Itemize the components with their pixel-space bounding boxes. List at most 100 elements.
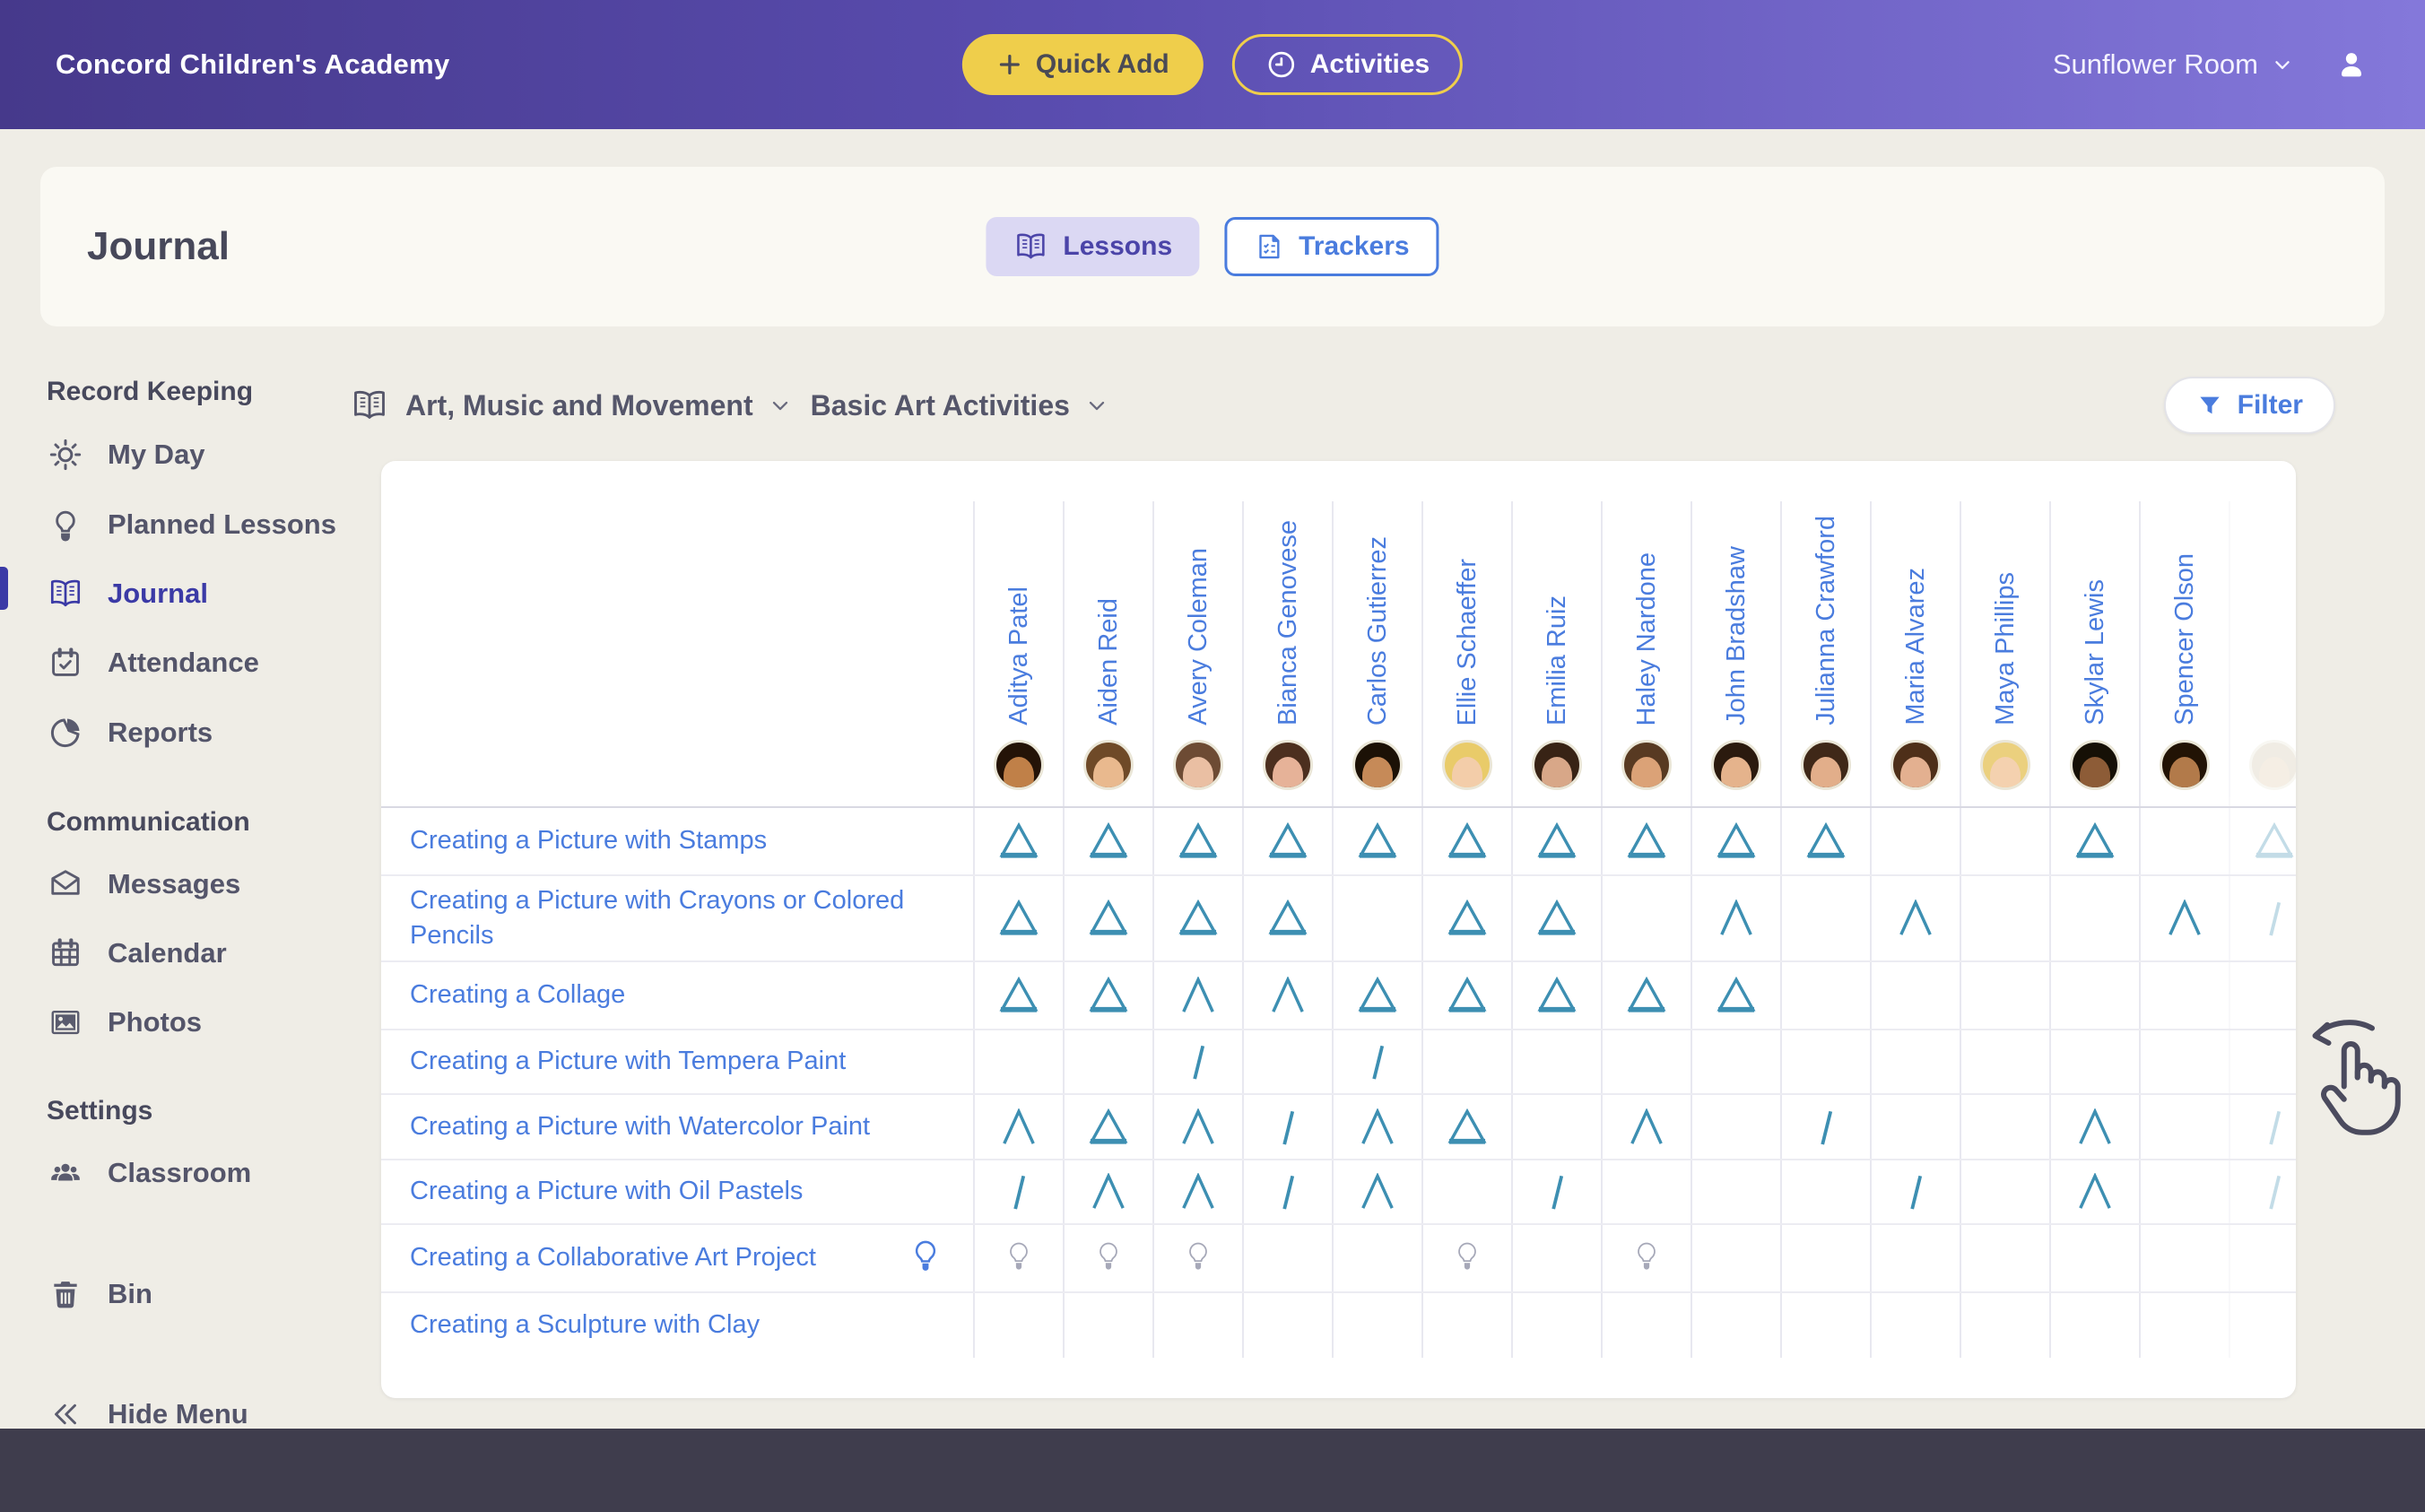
sidebar-item-bin[interactable]: Bin — [47, 1259, 350, 1329]
journal-cell[interactable] — [1780, 1095, 1870, 1159]
journal-cell[interactable] — [1511, 1293, 1601, 1358]
journal-cell[interactable] — [2139, 1293, 2229, 1358]
journal-cell[interactable] — [2139, 1030, 2229, 1093]
journal-cell[interactable] — [1691, 808, 1780, 874]
tab-trackers[interactable]: Trackers — [1224, 217, 1438, 276]
journal-cell[interactable] — [1511, 962, 1601, 1029]
student-name[interactable]: Bianca Genovese — [1275, 520, 1301, 726]
journal-cell[interactable] — [1870, 1293, 1960, 1358]
journal-cell[interactable] — [1063, 1030, 1152, 1093]
journal-cell[interactable] — [1780, 1293, 1870, 1358]
journal-cell[interactable] — [973, 1293, 1063, 1358]
journal-cell[interactable] — [1960, 808, 2049, 874]
student-name[interactable]: Maria Alvarez — [1903, 568, 1929, 726]
journal-cell[interactable] — [2229, 876, 2296, 960]
journal-cell[interactable] — [2049, 1225, 2139, 1291]
journal-cell[interactable] — [1242, 962, 1332, 1029]
sidebar-item-messages[interactable]: Messages — [47, 850, 350, 918]
journal-cell[interactable] — [1152, 1095, 1242, 1159]
journal-cell[interactable] — [1421, 1160, 1511, 1223]
journal-cell[interactable] — [1601, 808, 1691, 874]
journal-cell[interactable] — [1780, 962, 1870, 1029]
journal-cell[interactable] — [1691, 1030, 1780, 1093]
journal-cell[interactable] — [1601, 876, 1691, 960]
journal-cell[interactable] — [1511, 1095, 1601, 1159]
student-name[interactable]: Ellie Schaeffer — [1455, 559, 1481, 726]
journal-cell[interactable] — [1421, 1095, 1511, 1159]
journal-cell[interactable] — [1063, 1225, 1152, 1291]
journal-cell[interactable] — [1691, 1293, 1780, 1358]
journal-cell[interactable] — [2229, 1293, 2296, 1358]
journal-cell[interactable] — [1870, 876, 1960, 960]
journal-cell[interactable] — [1152, 1293, 1242, 1358]
journal-cell[interactable] — [1421, 1293, 1511, 1358]
journal-cell[interactable] — [2139, 876, 2229, 960]
journal-cell[interactable] — [2229, 962, 2296, 1029]
activities-button[interactable]: Activities — [1232, 34, 1463, 95]
journal-cell[interactable] — [1601, 962, 1691, 1029]
sidebar-item-calendar[interactable]: Calendar — [47, 918, 350, 988]
journal-cell[interactable] — [1332, 1095, 1421, 1159]
journal-cell[interactable] — [2229, 1160, 2296, 1223]
journal-cell[interactable] — [1870, 1160, 1960, 1223]
journal-cell[interactable] — [1152, 876, 1242, 960]
journal-cell[interactable] — [2049, 876, 2139, 960]
journal-cell[interactable] — [1780, 1225, 1870, 1291]
journal-cell[interactable] — [973, 1225, 1063, 1291]
journal-cell[interactable] — [1870, 1095, 1960, 1159]
journal-cell[interactable] — [1242, 1160, 1332, 1223]
journal-cell[interactable] — [1063, 962, 1152, 1029]
journal-cell[interactable] — [1601, 1095, 1691, 1159]
lesson-link[interactable]: Creating a Picture with Stamps — [410, 823, 767, 858]
journal-cell[interactable] — [1960, 962, 2049, 1029]
student-name[interactable]: Julianna Crawford — [1813, 516, 1839, 726]
journal-cell[interactable] — [1063, 1293, 1152, 1358]
journal-cell[interactable] — [1152, 808, 1242, 874]
journal-cell[interactable] — [1780, 808, 1870, 874]
journal-cell[interactable] — [1152, 1225, 1242, 1291]
journal-cell[interactable] — [1691, 1160, 1780, 1223]
unit-dropdown[interactable]: Basic Art Activities — [811, 389, 1127, 422]
journal-cell[interactable] — [1421, 1225, 1511, 1291]
sidebar-item-reports[interactable]: Reports — [47, 698, 350, 768]
journal-cell[interactable] — [1511, 876, 1601, 960]
journal-cell[interactable] — [1063, 808, 1152, 874]
sidebar-item-photos[interactable]: Photos — [47, 988, 350, 1056]
journal-cell[interactable] — [1601, 1160, 1691, 1223]
journal-cell[interactable] — [1870, 1030, 1960, 1093]
journal-cell[interactable] — [2229, 808, 2296, 874]
student-name[interactable]: John Bradshaw — [1724, 546, 1750, 726]
student-name[interactable]: Aditya Patel — [1006, 587, 1032, 726]
journal-cell[interactable] — [2229, 1030, 2296, 1093]
journal-cell[interactable] — [1780, 876, 1870, 960]
journal-cell[interactable] — [1242, 876, 1332, 960]
journal-cell[interactable] — [1960, 1095, 2049, 1159]
journal-cell[interactable] — [1063, 876, 1152, 960]
student-name[interactable]: Spencer Olson — [2172, 553, 2198, 726]
quick-add-button[interactable]: Quick Add — [962, 34, 1204, 95]
room-switcher[interactable]: Sunflower Room — [2053, 48, 2294, 81]
journal-cell[interactable] — [2139, 1160, 2229, 1223]
journal-cell[interactable] — [2229, 1095, 2296, 1159]
user-icon[interactable] — [2334, 47, 2369, 83]
journal-cell[interactable] — [1242, 1225, 1332, 1291]
journal-cell[interactable] — [1242, 1030, 1332, 1093]
journal-cell[interactable] — [1601, 1293, 1691, 1358]
journal-cell[interactable] — [1421, 808, 1511, 874]
journal-cell[interactable] — [1511, 1160, 1601, 1223]
journal-cell[interactable] — [1691, 1095, 1780, 1159]
student-name[interactable]: Aiden Reid — [1096, 598, 1122, 726]
filter-button[interactable]: Filter — [2164, 377, 2335, 434]
journal-cell[interactable] — [1332, 962, 1421, 1029]
journal-cell[interactable] — [1332, 876, 1421, 960]
journal-cell[interactable] — [1511, 808, 1601, 874]
lesson-link[interactable]: Creating a Picture with Oil Pastels — [410, 1174, 803, 1209]
journal-cell[interactable] — [1601, 1225, 1691, 1291]
student-name[interactable]: Carlos Gutierrez — [1365, 536, 1391, 726]
journal-cell[interactable] — [1691, 1225, 1780, 1291]
student-name[interactable]: Haley Nardone — [1634, 552, 1660, 726]
journal-cell[interactable] — [1063, 1095, 1152, 1159]
journal-cell[interactable] — [2049, 1095, 2139, 1159]
journal-cell[interactable] — [2049, 808, 2139, 874]
journal-cell[interactable] — [2049, 1030, 2139, 1093]
